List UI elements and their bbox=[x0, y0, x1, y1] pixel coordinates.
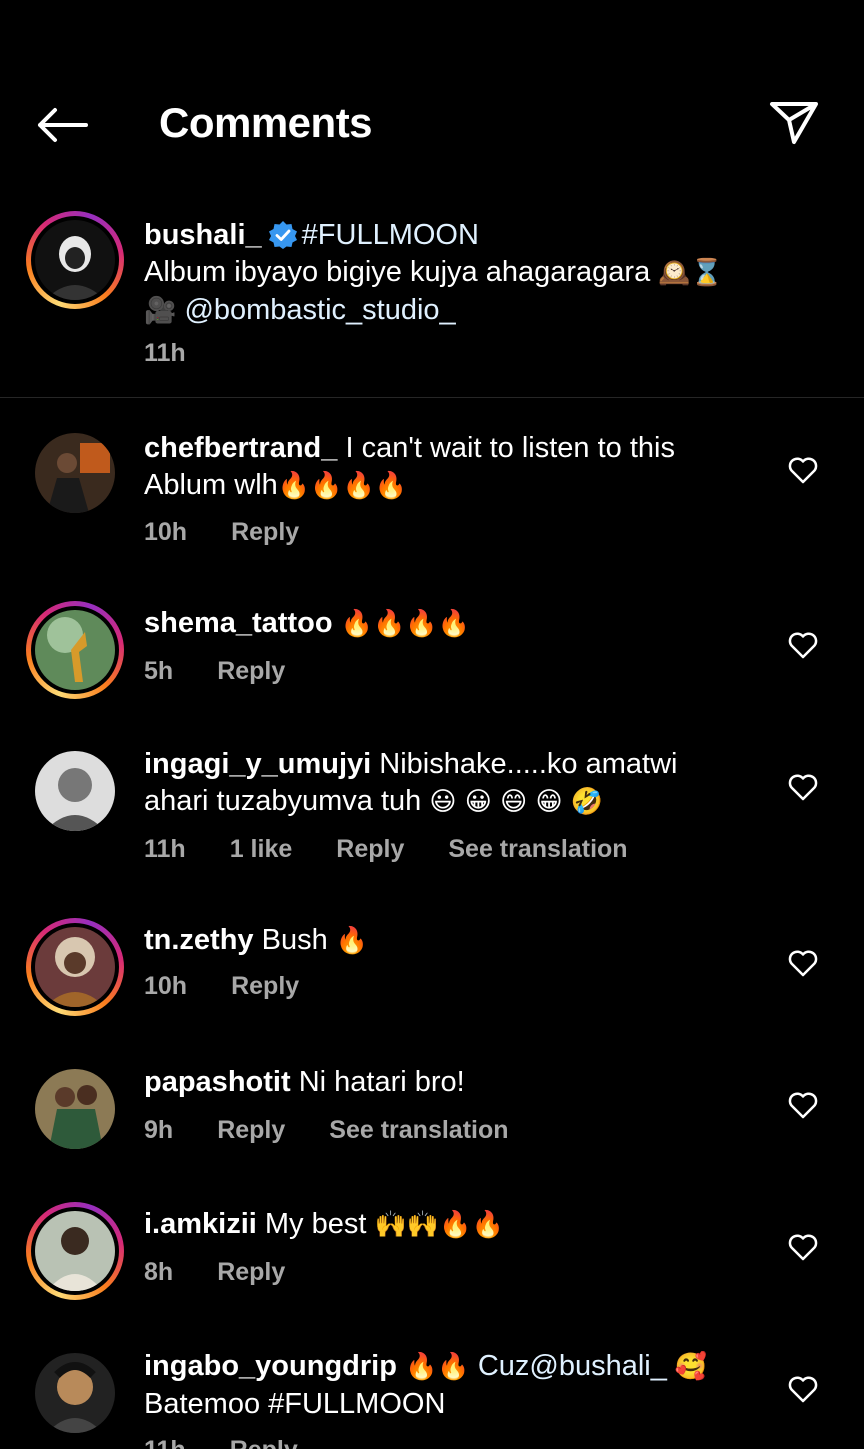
caption-body: Album ibyayo bigiye kujya ahagaragara bbox=[144, 256, 651, 288]
avatar[interactable] bbox=[35, 751, 115, 831]
reply-button[interactable]: Reply bbox=[217, 1116, 285, 1145]
heart-icon[interactable] bbox=[788, 1233, 818, 1261]
heart-icon[interactable] bbox=[788, 949, 818, 977]
comment-mention[interactable]: Cuz@bushali_ bbox=[478, 1350, 667, 1382]
share-send-icon[interactable] bbox=[764, 96, 824, 150]
avatar[interactable] bbox=[35, 1353, 115, 1433]
comment-emoji: 🔥 bbox=[335, 926, 369, 956]
comment-timestamp: 11h bbox=[144, 1436, 186, 1449]
comment-timestamp: 10h bbox=[144, 518, 188, 546]
reply-button[interactable]: Reply bbox=[231, 518, 299, 547]
caption-emoji: 🕰️⌛ bbox=[658, 258, 724, 288]
back-arrow-icon[interactable] bbox=[32, 98, 92, 152]
comment-item: papashotit Ni hatari bro! 9h Reply See t… bbox=[0, 1064, 864, 1154]
page-title: Comments bbox=[159, 99, 373, 146]
comment-text: chefbertrand_ I can't wait to listen to … bbox=[144, 430, 744, 505]
comment-meta: 10h Reply bbox=[144, 972, 343, 1001]
comment-emoji: 😃 😀 😄 😁 🤣 bbox=[429, 787, 604, 817]
comment-body: Ni hatari bro! bbox=[298, 1066, 465, 1098]
reply-button[interactable]: Reply bbox=[231, 972, 299, 1001]
caption-camera-emoji: 🎥 bbox=[144, 296, 177, 326]
comment-meta: 11h 1 like Reply See translation bbox=[144, 835, 672, 864]
comment-body: Batemoo #FULLMOON bbox=[144, 1388, 446, 1420]
comment-item: shema_tattoo 🔥🔥🔥🔥 5h Reply bbox=[0, 601, 864, 699]
comment-emoji: 🔥🔥🔥🔥 bbox=[277, 471, 408, 501]
comment-username[interactable]: ingagi_y_umujyi bbox=[144, 748, 371, 780]
story-ring-avatar[interactable] bbox=[26, 601, 124, 699]
comment-item: i.amkizii My best 🙌🙌🔥🔥 8h Reply bbox=[0, 1202, 864, 1300]
comment-item: chefbertrand_ I can't wait to listen to … bbox=[0, 430, 864, 550]
comment-emoji: 🙌🙌🔥🔥 bbox=[374, 1210, 504, 1240]
comment-meta: 9h Reply See translation bbox=[144, 1116, 553, 1145]
comment-meta: 8h Reply bbox=[144, 1258, 329, 1287]
caption-hashtag[interactable]: #FULLMOON bbox=[302, 219, 479, 251]
comment-username[interactable]: i.amkizii bbox=[144, 1208, 257, 1240]
caption-username[interactable]: bushali_ bbox=[144, 219, 262, 251]
comment-emoji: 🔥🔥 bbox=[405, 1352, 470, 1382]
see-translation-link[interactable]: See translation bbox=[329, 1116, 508, 1145]
comment-body: My best bbox=[264, 1208, 367, 1240]
caption-timestamp: 11h bbox=[144, 339, 186, 367]
comment-body: Bush bbox=[261, 924, 328, 956]
heart-icon[interactable] bbox=[788, 773, 818, 801]
comment-text: ingagi_y_umujyi Nibishake.....ko amatwi … bbox=[144, 746, 744, 821]
comment-username[interactable]: papashotit bbox=[144, 1066, 291, 1098]
comment-username[interactable]: ingabo_youngdrip bbox=[144, 1350, 397, 1382]
avatar[interactable] bbox=[35, 433, 115, 513]
avatar bbox=[35, 220, 115, 300]
comment-timestamp: 11h bbox=[144, 835, 186, 863]
comment-meta: 5h Reply bbox=[144, 657, 329, 686]
story-ring-avatar[interactable] bbox=[26, 1202, 124, 1300]
see-translation-link[interactable]: See translation bbox=[448, 835, 627, 864]
comment-timestamp: 8h bbox=[144, 1258, 174, 1286]
verified-badge-icon bbox=[268, 220, 298, 250]
heart-icon[interactable] bbox=[788, 1091, 818, 1119]
avatar[interactable] bbox=[35, 1069, 115, 1149]
heart-icon[interactable] bbox=[788, 456, 818, 484]
comment-timestamp: 5h bbox=[144, 657, 174, 685]
caption-mention[interactable]: @bombastic_studio_ bbox=[184, 294, 455, 326]
comment-text: shema_tattoo 🔥🔥🔥🔥 bbox=[144, 605, 744, 643]
comment-timestamp: 10h bbox=[144, 972, 188, 1000]
comment-item: ingagi_y_umujyi Nibishake.....ko amatwi … bbox=[0, 746, 864, 871]
heart-icon[interactable] bbox=[788, 1375, 818, 1403]
like-count[interactable]: 1 like bbox=[230, 835, 293, 864]
comment-item: ingabo_youngdrip 🔥🔥 Cuz@bushali_ 🥰 Batemo… bbox=[0, 1348, 864, 1449]
caption-text: bushali_ #FULLMOON Album ibyayo bigiye ku… bbox=[144, 217, 784, 330]
comment-item: tn.zethy Bush 🔥 10h Reply bbox=[0, 918, 864, 1016]
comment-meta: 10h Reply bbox=[144, 518, 343, 547]
avatar bbox=[35, 927, 115, 1007]
reply-button[interactable]: Reply bbox=[217, 1258, 285, 1287]
comment-username[interactable]: shema_tattoo bbox=[144, 607, 333, 639]
comment-text: tn.zethy Bush 🔥 bbox=[144, 922, 744, 960]
reply-button[interactable]: Reply bbox=[217, 657, 285, 686]
avatar bbox=[35, 610, 115, 690]
comment-username[interactable]: chefbertrand_ bbox=[144, 432, 337, 464]
comment-emoji: 🥰 bbox=[674, 1352, 708, 1382]
heart-icon[interactable] bbox=[788, 631, 818, 659]
comment-meta: 11h Reply bbox=[144, 1436, 342, 1449]
reply-button[interactable]: Reply bbox=[336, 835, 404, 864]
story-ring-avatar[interactable] bbox=[26, 211, 124, 309]
avatar bbox=[35, 1211, 115, 1291]
comment-text: papashotit Ni hatari bro! bbox=[144, 1064, 744, 1101]
reply-button[interactable]: Reply bbox=[230, 1436, 298, 1449]
header-bar: Comments bbox=[0, 0, 864, 190]
comment-text: i.amkizii My best 🙌🙌🔥🔥 bbox=[144, 1206, 744, 1244]
story-ring-avatar[interactable] bbox=[26, 918, 124, 1016]
comment-emoji: 🔥🔥🔥🔥 bbox=[340, 609, 471, 639]
comment-text: ingabo_youngdrip 🔥🔥 Cuz@bushali_ 🥰 Batemo… bbox=[144, 1348, 744, 1423]
comment-timestamp: 9h bbox=[144, 1116, 174, 1144]
post-caption: bushali_ #FULLMOON Album ibyayo bigiye ku… bbox=[0, 205, 864, 398]
comment-username[interactable]: tn.zethy bbox=[144, 924, 254, 956]
